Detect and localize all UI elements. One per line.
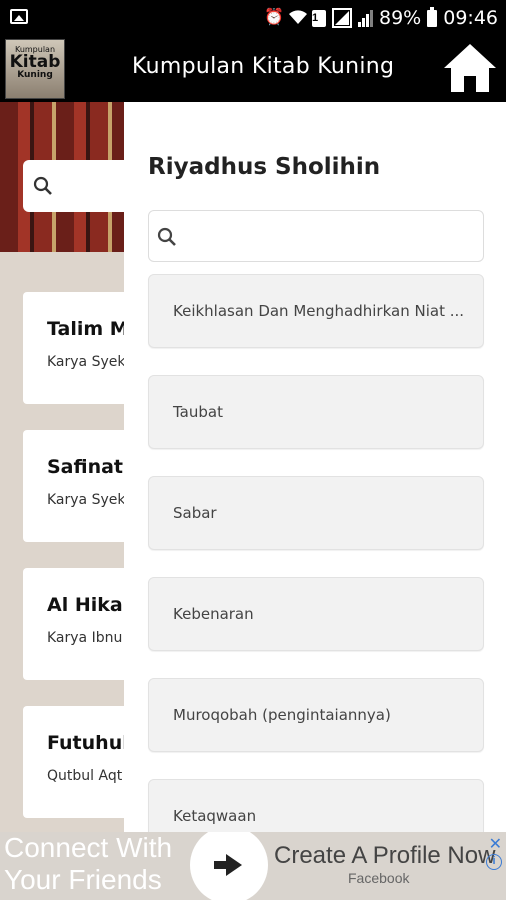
clock: 09:46 <box>443 7 498 29</box>
app-title: Kumpulan Kitab Kuning <box>132 54 395 79</box>
sim-badge: 1 <box>312 9 326 27</box>
chapter-drawer: Riyadhus Sholihin Keikhlasan Dan Menghad… <box>124 102 506 832</box>
home-icon <box>444 44 496 92</box>
ad-advertiser: Facebook <box>348 870 410 886</box>
drawer-title: Riyadhus Sholihin <box>148 154 381 180</box>
chapter-item[interactable]: Ketaqwaan <box>148 779 484 832</box>
wifi-icon <box>288 9 307 27</box>
status-icons: ⏰ 1 89% 09:46 <box>264 6 498 30</box>
chapter-item[interactable]: Keikhlasan Dan Menghadhirkan Niat ... <box>148 274 484 348</box>
home-button[interactable] <box>442 42 498 94</box>
ad-tagline-line-2: Your Friends <box>4 864 162 895</box>
app-bar: Kumpulan Kitab Kuning Kumpulan Kitab Kun… <box>0 36 506 102</box>
app-logo[interactable]: Kumpulan Kitab Kuning <box>5 39 65 99</box>
ad-cta-button[interactable] <box>190 832 268 900</box>
chapter-search-input[interactable] <box>185 219 475 253</box>
chapter-list: Keikhlasan Dan Menghadhirkan Niat ... Ta… <box>148 274 484 832</box>
signal-sim1-icon <box>332 8 352 28</box>
chapter-item[interactable]: Kebenaran <box>148 577 484 651</box>
ad-info-icon[interactable]: i <box>486 854 502 870</box>
logo-line-2: Kitab <box>9 52 61 72</box>
signal-sim2-icon <box>358 9 373 27</box>
arrow-right-icon <box>214 854 242 876</box>
battery-icon <box>427 6 438 27</box>
ad-banner[interactable]: Connect With Your Friends Create A Profi… <box>0 832 506 900</box>
alarm-icon: ⏰ <box>264 9 284 26</box>
ad-headline: Create A Profile Now <box>274 842 496 869</box>
chapter-item[interactable]: Muroqobah (pengintaiannya) <box>148 678 484 752</box>
ad-close-icon[interactable]: ✕ <box>489 834 502 854</box>
search-icon <box>157 227 176 246</box>
ad-tagline: Connect With Your Friends <box>4 832 172 896</box>
gallery-notification-icon <box>10 9 28 24</box>
chapter-item[interactable]: Sabar <box>148 476 484 550</box>
chapter-item[interactable]: Taubat <box>148 375 484 449</box>
search-icon <box>33 176 52 195</box>
status-bar: ⏰ 1 89% 09:46 <box>0 0 506 36</box>
ad-tagline-line-1: Connect With <box>4 832 173 863</box>
drawer-search-box[interactable] <box>148 210 484 262</box>
battery-percent: 89% <box>379 7 422 29</box>
